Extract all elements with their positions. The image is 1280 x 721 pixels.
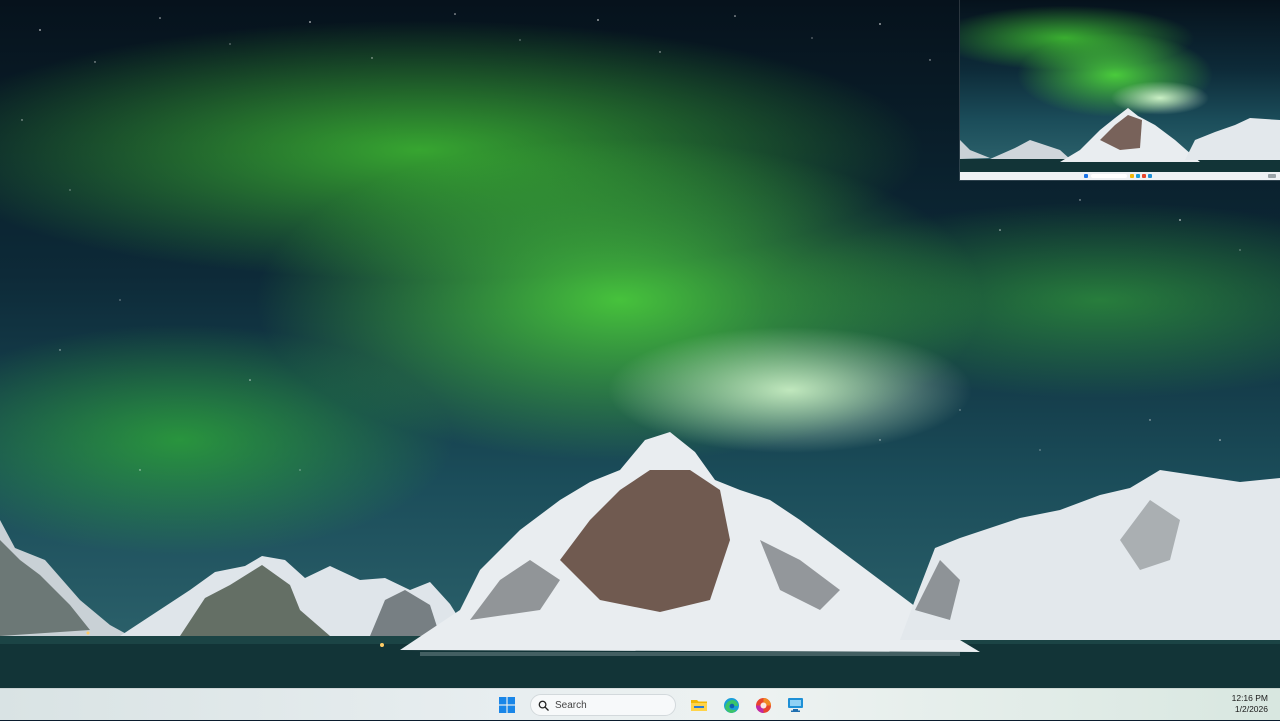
- thumbnail-edge-icon: [1136, 174, 1140, 178]
- thumbnail-clock: [1268, 174, 1276, 178]
- thumbnail-wallpaper: [960, 0, 1280, 172]
- edge-browser-icon: [723, 697, 739, 713]
- taskbar-center-group: Search: [494, 689, 808, 721]
- search-icon: [538, 700, 549, 711]
- search-placeholder: Search: [555, 699, 587, 711]
- thumbnail-mountains: [960, 108, 1280, 172]
- system-clock[interactable]: 12:16 PM 1/2/2026: [1232, 693, 1268, 715]
- remote-desktop-icon: [787, 698, 803, 712]
- thumbnail-taskbar: [960, 172, 1280, 180]
- file-explorer-icon: [691, 700, 707, 711]
- remote-desktop-button[interactable]: [782, 692, 808, 718]
- thumbnail-office-icon: [1142, 174, 1146, 178]
- office-app-button[interactable]: [750, 692, 776, 718]
- thumbnail-remote-icon: [1148, 174, 1152, 178]
- file-explorer-button[interactable]: [686, 692, 712, 718]
- clock-date: 1/2/2026: [1234, 704, 1268, 714]
- thumbnail-start-icon: [1084, 174, 1088, 178]
- thumbnail-explorer-icon: [1130, 174, 1134, 178]
- taskbar: Search 12:16 PM 1/2/2026: [0, 688, 1280, 720]
- desktop-preview-thumbnail[interactable]: [960, 0, 1280, 180]
- thumbnail-search-bar: [1091, 174, 1127, 178]
- windows-start-icon: [499, 697, 515, 713]
- office-app-icon: [755, 697, 771, 713]
- taskbar-search-box[interactable]: Search: [530, 694, 676, 716]
- start-button[interactable]: [494, 692, 520, 718]
- edge-browser-button[interactable]: [718, 692, 744, 718]
- clock-time: 12:16 PM: [1231, 693, 1268, 703]
